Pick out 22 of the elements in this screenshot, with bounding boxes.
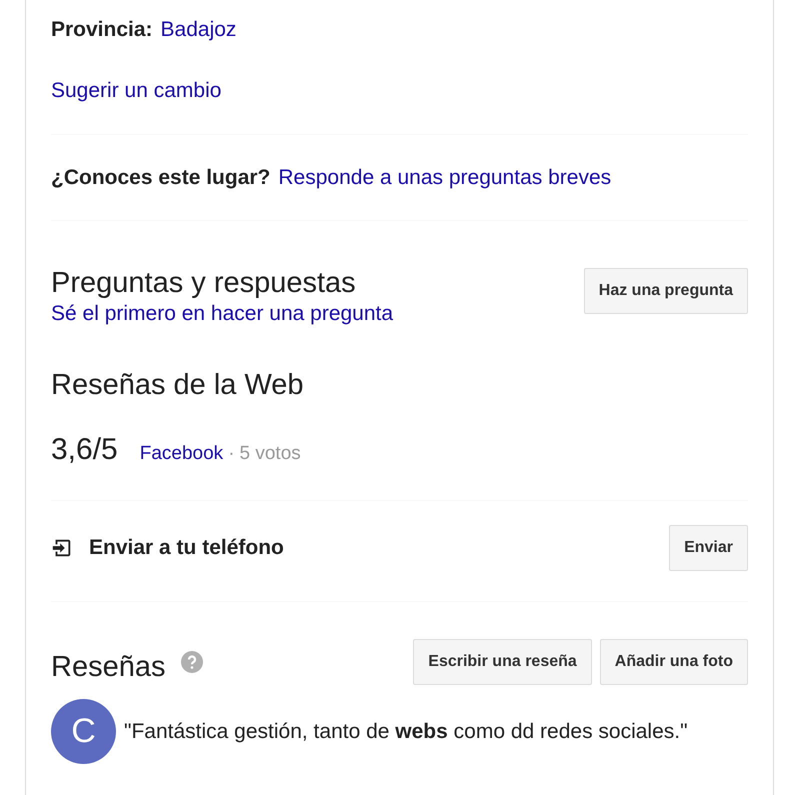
question-text: ¿Conoces este lugar? bbox=[51, 165, 270, 191]
suggest-edit-link[interactable]: Sugerir un cambio bbox=[51, 79, 222, 102]
avatar: C bbox=[51, 699, 116, 764]
help-icon[interactable] bbox=[181, 650, 204, 673]
province-link[interactable]: Badajoz bbox=[160, 16, 236, 44]
vote-count: 5 votos bbox=[240, 442, 301, 466]
send-to-device-icon bbox=[51, 537, 73, 559]
review-text: "Fantástica gestión, tanto de webs como dd redes sociales." bbox=[124, 718, 688, 745]
add-photo-button[interactable]: Añadir una foto bbox=[600, 639, 748, 685]
section-title: Reseñas de la Web bbox=[51, 368, 305, 403]
write-review-button[interactable]: Escribir una reseña bbox=[413, 639, 592, 685]
separator-dot: · bbox=[228, 442, 235, 466]
answer-questions-link[interactable]: Responde a unas preguntas breves bbox=[278, 164, 612, 192]
first-question-link[interactable]: Sé el primero en hacer una pregunta bbox=[51, 301, 394, 327]
section-title: Reseñas bbox=[51, 650, 166, 684]
section-title: Preguntas y respuestas bbox=[51, 266, 357, 301]
rating-score: 3,6/5 bbox=[51, 432, 118, 468]
send-button[interactable]: Enviar bbox=[669, 525, 748, 571]
review-source-link[interactable]: Facebook bbox=[140, 440, 224, 468]
field-label: Provincia: bbox=[51, 17, 153, 43]
ask-question-button[interactable]: Haz una pregunta bbox=[584, 268, 748, 314]
send-to-phone-label: Enviar a tu teléfono bbox=[89, 535, 284, 562]
